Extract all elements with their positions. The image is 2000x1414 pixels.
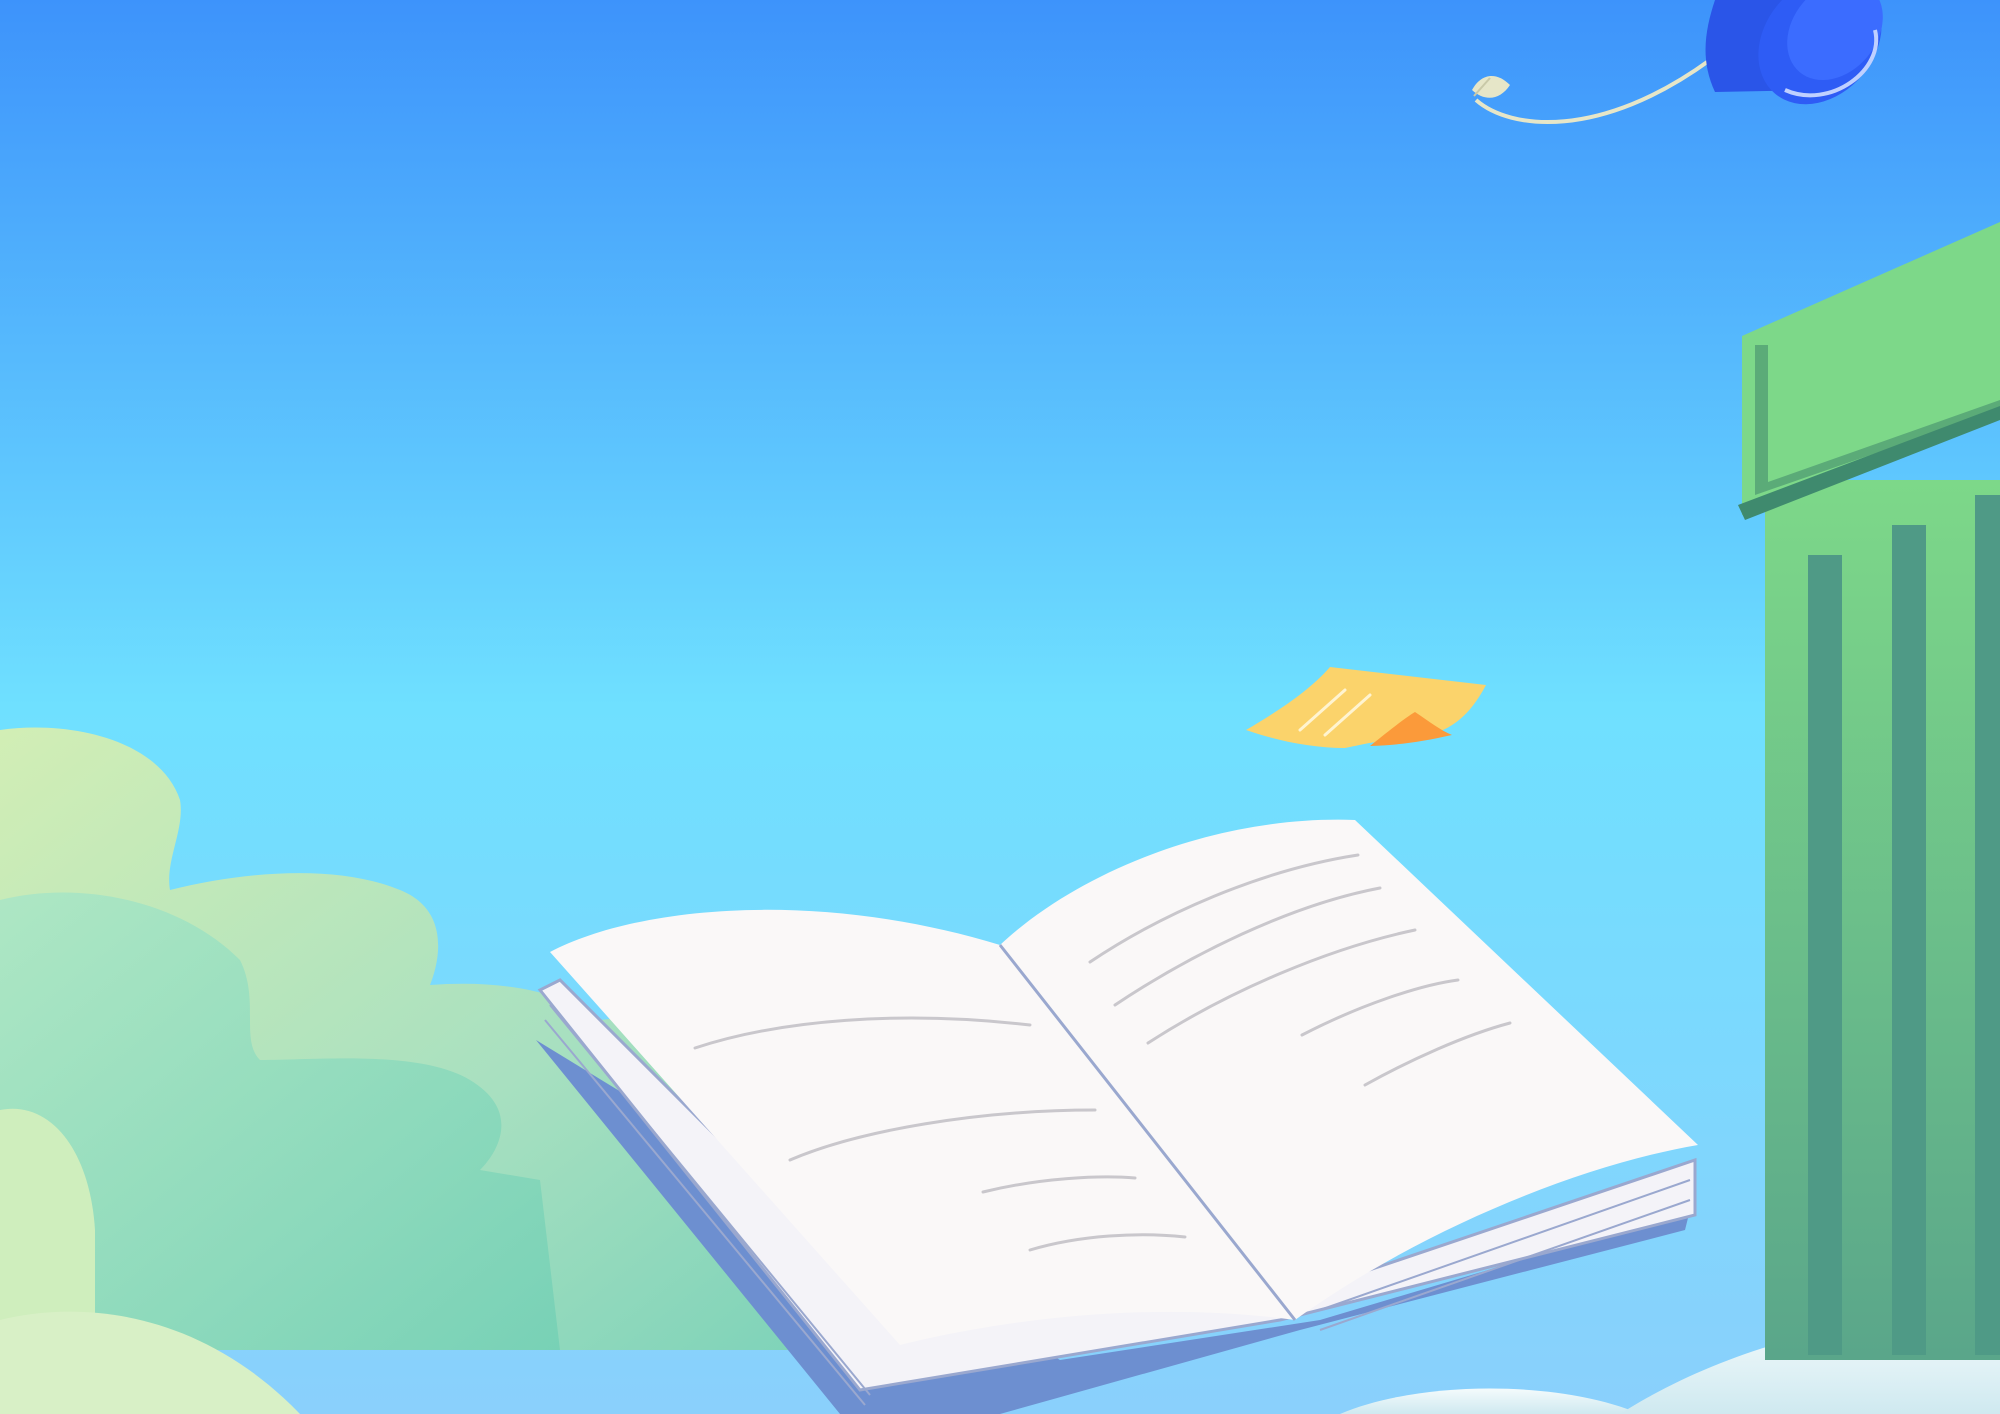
illustration-scene	[0, 0, 2000, 1414]
column-right	[1738, 222, 2000, 1360]
